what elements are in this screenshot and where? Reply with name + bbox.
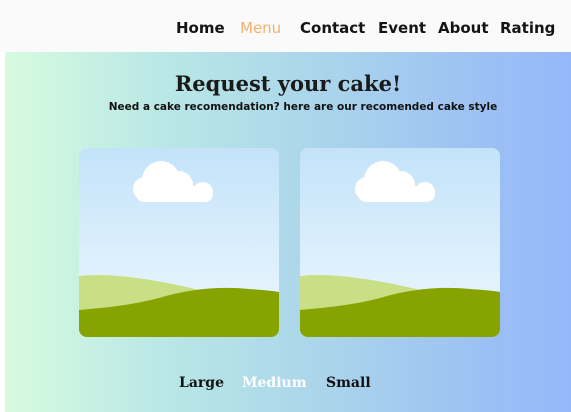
size-option-medium[interactable]: Medium	[242, 375, 307, 391]
nav-about-link[interactable]: About	[438, 19, 489, 37]
cake-style-card[interactable]	[300, 148, 500, 337]
cake-style-card[interactable]	[79, 148, 279, 337]
nav-rating-link[interactable]: Rating	[500, 19, 555, 37]
landscape-image-placeholder-icon	[79, 148, 279, 337]
page-subtitle: Need a cake recomendation? here are our …	[108, 101, 498, 113]
nav-home-link[interactable]: Home	[176, 19, 225, 37]
size-option-small[interactable]: Small	[326, 375, 371, 391]
page-title: Request your cake!	[174, 71, 402, 96]
size-option-large[interactable]: Large	[179, 375, 224, 391]
landscape-image-placeholder-icon	[300, 148, 500, 337]
cake-request-section: Request your cake! Need a cake recomenda…	[5, 52, 571, 412]
nav-menu-link[interactable]: Menu	[240, 19, 281, 37]
nav-event-link[interactable]: Event	[378, 19, 426, 37]
top-nav: Home Menu Contact Event About Rating	[0, 0, 571, 52]
nav-contact-link[interactable]: Contact	[300, 19, 365, 37]
